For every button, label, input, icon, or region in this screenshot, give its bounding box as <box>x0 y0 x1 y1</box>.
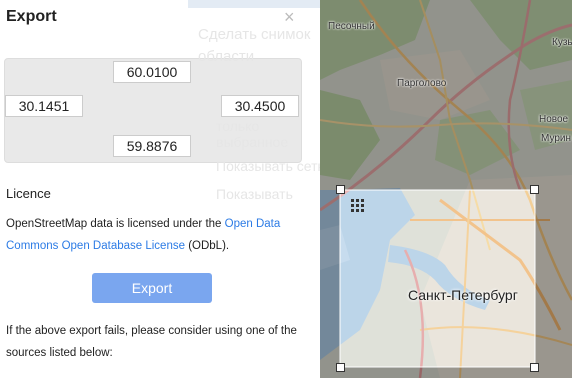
map-label-pargolovo: Парголово <box>397 78 447 89</box>
map-label-saint-petersburg: Санкт-Петербург <box>408 287 518 303</box>
east-coordinate-input[interactable] <box>221 95 299 117</box>
west-coordinate-input[interactable] <box>5 95 83 117</box>
licence-heading: Licence <box>6 186 51 201</box>
selection-handle-top-right[interactable] <box>530 185 539 194</box>
bounding-box-panel <box>4 58 302 163</box>
south-coordinate-input[interactable] <box>113 135 191 157</box>
licence-text-before: OpenStreetMap data is licensed under the <box>6 218 225 230</box>
map-label-novoe: Новое <box>539 114 569 125</box>
sidebar-title: Export <box>6 8 57 25</box>
selection-handle-top-left[interactable] <box>336 185 345 194</box>
selection-handle-bottom-left[interactable] <box>336 363 345 372</box>
licence-text: OpenStreetMap data is licensed under the… <box>6 213 306 257</box>
map-label-murin: Мурин <box>541 133 571 144</box>
export-fail-text: If the above export fails, please consid… <box>6 325 297 359</box>
north-coordinate-input[interactable] <box>113 61 191 83</box>
export-button[interactable]: Export <box>92 273 212 303</box>
export-sidebar: Export × Licence OpenStreetMap data is l… <box>0 0 320 378</box>
map-label-kuz: Кузь <box>552 37 572 48</box>
close-icon[interactable]: × <box>284 8 295 26</box>
grid-icon[interactable] <box>351 199 365 213</box>
map-label-pesochny: Песочный <box>328 21 375 32</box>
selection-handle-bottom-right[interactable] <box>530 363 539 372</box>
licence-text-after: (ODbL). <box>185 240 230 252</box>
